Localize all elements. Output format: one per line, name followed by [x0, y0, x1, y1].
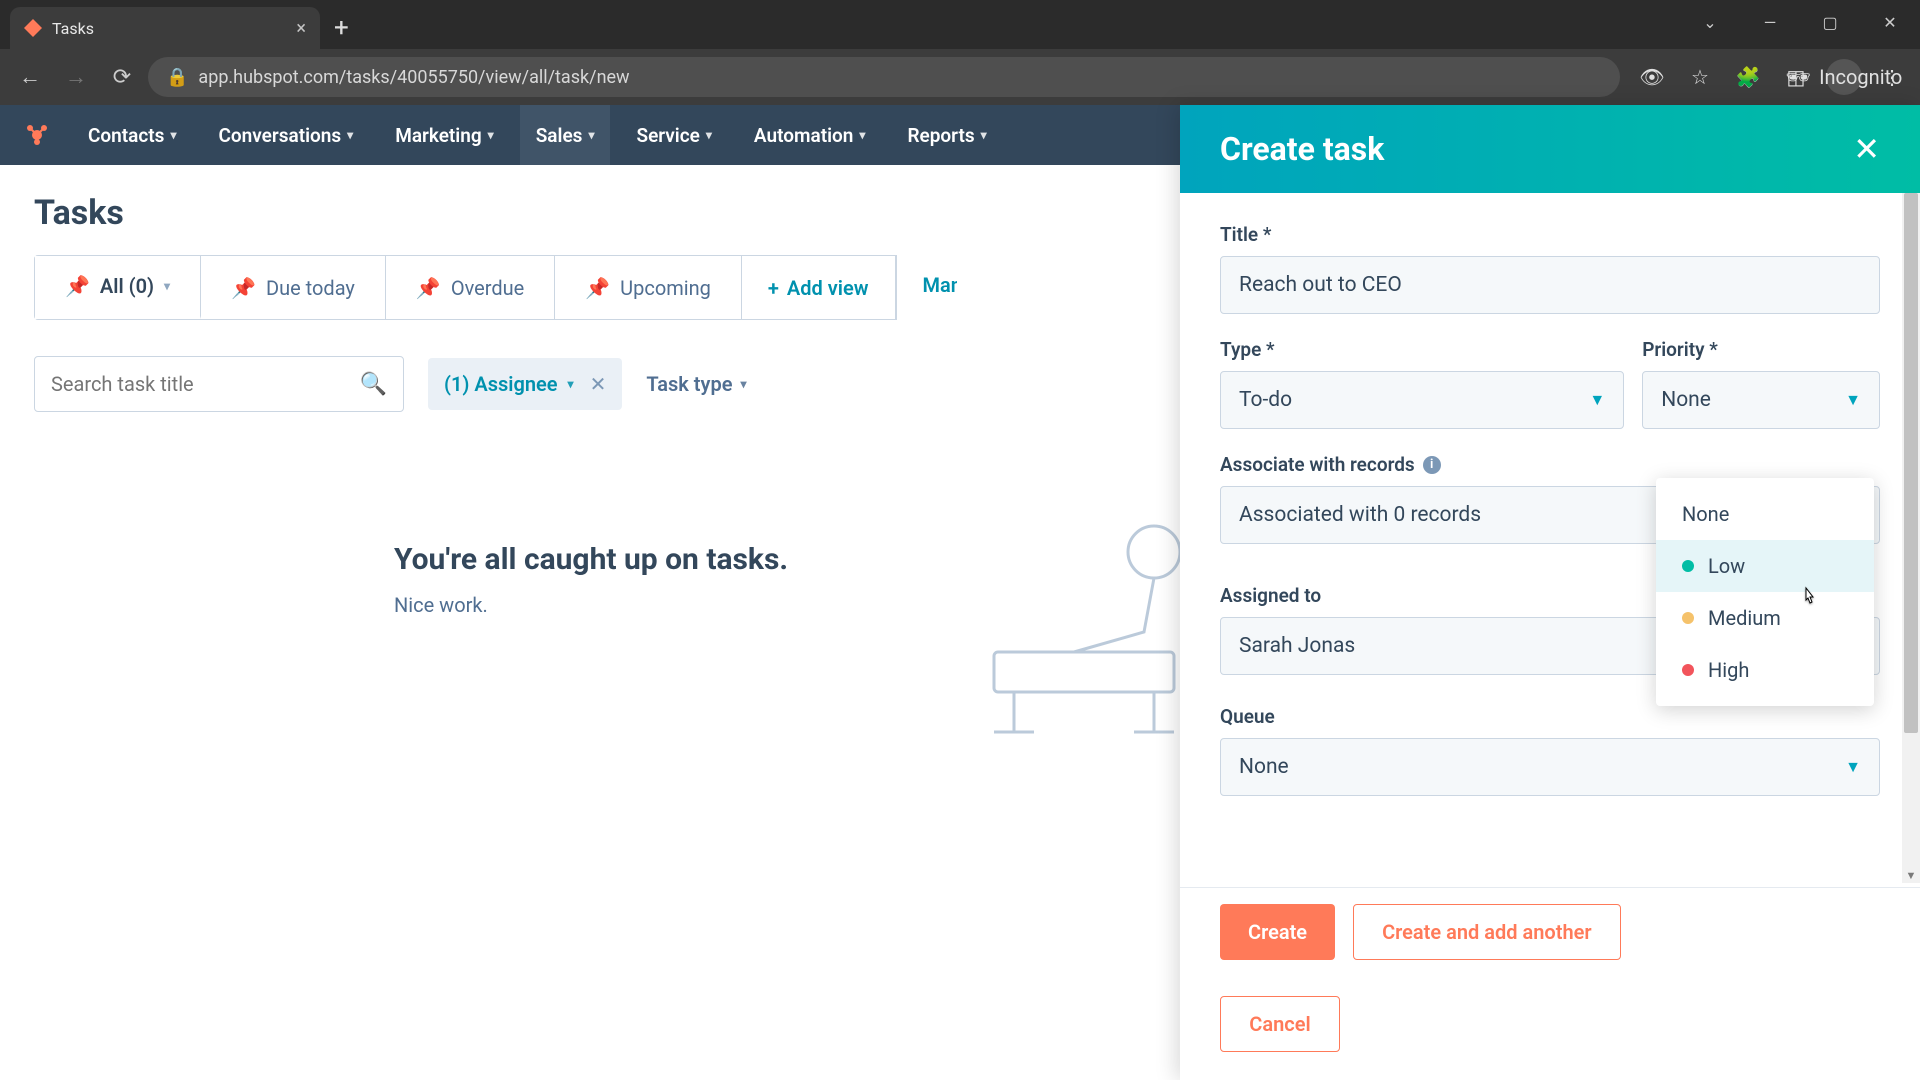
window-controls: ⌄ ― ▢ ✕ [1680, 0, 1920, 44]
type-label: Type * [1220, 338, 1624, 361]
maximize-icon[interactable]: ▢ [1800, 0, 1860, 44]
search-box[interactable]: 🔍 [34, 356, 404, 412]
caret-down-icon: ▼ [1845, 757, 1861, 777]
queue-label: Queue [1220, 705, 1880, 728]
tab-title: Tasks [52, 19, 94, 38]
chevron-down-icon: ▾ [347, 128, 353, 142]
tab-upcoming[interactable]: 📌 Upcoming [555, 256, 742, 319]
nav-sales[interactable]: Sales▾ [520, 105, 611, 165]
title-label: Title * [1220, 223, 1880, 246]
nav-reports[interactable]: Reports▾ [901, 105, 992, 165]
field-title: Title * [1220, 223, 1880, 314]
scrollbar-down-arrow-icon[interactable]: ▼ [1904, 867, 1918, 883]
priority-option-high[interactable]: High [1656, 644, 1874, 696]
panel-scrollbar-track[interactable]: ▼ [1902, 193, 1920, 883]
pin-icon: 📌 [65, 274, 90, 298]
task-type-filter[interactable]: Task type ▾ [646, 372, 746, 396]
plus-icon: + [768, 276, 779, 300]
chevron-down-icon: ▾ [488, 128, 494, 142]
chevron-down-icon: ▾ [859, 128, 865, 142]
panel-footer: Create Create and add another Cancel [1180, 887, 1920, 1080]
bookmark-star-icon[interactable]: ☆ [1682, 59, 1718, 95]
chevron-down-icon: ▾ [981, 128, 987, 142]
hubspot-favicon [24, 19, 42, 37]
dot-low-icon [1682, 560, 1694, 572]
priority-option-low[interactable]: Low [1656, 540, 1874, 592]
dot-high-icon [1682, 664, 1694, 676]
title-input[interactable] [1220, 256, 1880, 314]
manage-views-link[interactable]: Manage views [897, 255, 957, 320]
type-select[interactable]: To-do ▼ [1220, 371, 1624, 429]
clear-filter-icon[interactable]: ✕ [590, 372, 607, 396]
eye-off-icon[interactable]: 👁 [1634, 59, 1670, 95]
tab-due-today[interactable]: 📌 Due today [201, 256, 386, 319]
back-button[interactable]: ← [10, 57, 50, 97]
close-panel-icon[interactable]: ✕ [1853, 130, 1880, 168]
pin-icon: 📌 [231, 276, 256, 300]
close-tab-icon[interactable]: × [296, 18, 306, 39]
search-input[interactable] [51, 372, 360, 396]
view-tabs: 📌 All (0) ▾ 📌 Due today 📌 Overdue 📌 Upco… [34, 255, 897, 320]
add-view-button[interactable]: + Add view [742, 256, 896, 319]
assignee-filter-chip[interactable]: (1) Assignee ▾ ✕ [428, 358, 622, 410]
queue-select[interactable]: None ▼ [1220, 738, 1880, 796]
chevron-down-icon: ▾ [170, 128, 176, 142]
chevron-down-icon: ▾ [706, 128, 712, 142]
cancel-button[interactable]: Cancel [1220, 996, 1340, 1052]
incognito-chip[interactable]: 🕶 Incognito [1826, 59, 1862, 95]
chevron-down-icon: ▾ [568, 377, 574, 391]
panel-scrollbar-thumb[interactable] [1904, 193, 1918, 733]
minimize-icon[interactable]: ― [1740, 0, 1800, 44]
chevron-down-icon: ▾ [740, 377, 746, 391]
extensions-icon[interactable]: 🧩 [1730, 59, 1766, 95]
incognito-icon: 🕶 [1786, 65, 1811, 89]
dot-medium-icon [1682, 612, 1694, 624]
address-bar[interactable]: 🔒 app.hubspot.com/tasks/40055750/view/al… [148, 57, 1620, 97]
field-queue: Queue None ▼ [1220, 705, 1880, 796]
priority-option-medium[interactable]: Medium [1656, 592, 1874, 644]
priority-dropdown: None Low Medium High [1656, 478, 1874, 706]
panel-title: Create task [1220, 130, 1384, 168]
kebab-menu-icon[interactable]: ⋮ [1874, 59, 1910, 95]
search-icon[interactable]: 🔍 [360, 372, 387, 397]
nav-automation[interactable]: Automation▾ [748, 105, 872, 165]
tab-all[interactable]: 📌 All (0) ▾ [35, 256, 201, 319]
forward-button[interactable]: → [56, 57, 96, 97]
chevron-down-icon: ▾ [588, 128, 594, 142]
close-window-icon[interactable]: ✕ [1860, 0, 1920, 44]
address-bar-row: ← → ⟳ 🔒 app.hubspot.com/tasks/40055750/v… [0, 49, 1920, 105]
chevron-down-icon: ▾ [164, 279, 170, 293]
relax-illustration-icon [954, 512, 1214, 742]
panel-header: Create task ✕ [1180, 105, 1920, 193]
toolbar-icons: 👁 ☆ 🧩 ◫ 🕶 Incognito ⋮ [1634, 59, 1910, 95]
nav-conversations[interactable]: Conversations▾ [212, 105, 359, 165]
nav-service[interactable]: Service▾ [630, 105, 717, 165]
priority-option-none[interactable]: None [1656, 488, 1874, 540]
tab-overdue[interactable]: 📌 Overdue [386, 256, 555, 319]
associate-label: Associate with records i [1220, 453, 1880, 476]
info-icon[interactable]: i [1423, 456, 1441, 474]
create-and-add-another-button[interactable]: Create and add another [1353, 904, 1621, 960]
tab-search-icon[interactable]: ⌄ [1680, 0, 1740, 44]
field-priority: Priority * None ▼ [1642, 338, 1880, 429]
field-type: Type * To-do ▼ [1220, 338, 1624, 429]
caret-down-icon: ▼ [1589, 390, 1605, 410]
nav-contacts[interactable]: Contacts▾ [82, 105, 182, 165]
browser-chrome: Tasks × + ⌄ ― ▢ ✕ ← → ⟳ 🔒 app.hubspot.co… [0, 0, 1920, 105]
hubspot-logo-icon[interactable] [22, 120, 52, 150]
priority-label: Priority * [1642, 338, 1880, 361]
create-button[interactable]: Create [1220, 904, 1335, 960]
url-text: app.hubspot.com/tasks/40055750/view/all/… [198, 67, 629, 88]
new-tab-button[interactable]: + [320, 7, 363, 49]
pin-icon: 📌 [416, 276, 441, 300]
tab-bar: Tasks × + [0, 0, 1920, 49]
reload-button[interactable]: ⟳ [102, 57, 142, 97]
caret-down-icon: ▼ [1845, 390, 1861, 410]
lock-icon: 🔒 [166, 67, 188, 88]
priority-select[interactable]: None ▼ [1642, 371, 1880, 429]
pin-icon: 📌 [585, 276, 610, 300]
browser-tab[interactable]: Tasks × [10, 7, 320, 49]
nav-marketing[interactable]: Marketing▾ [389, 105, 500, 165]
